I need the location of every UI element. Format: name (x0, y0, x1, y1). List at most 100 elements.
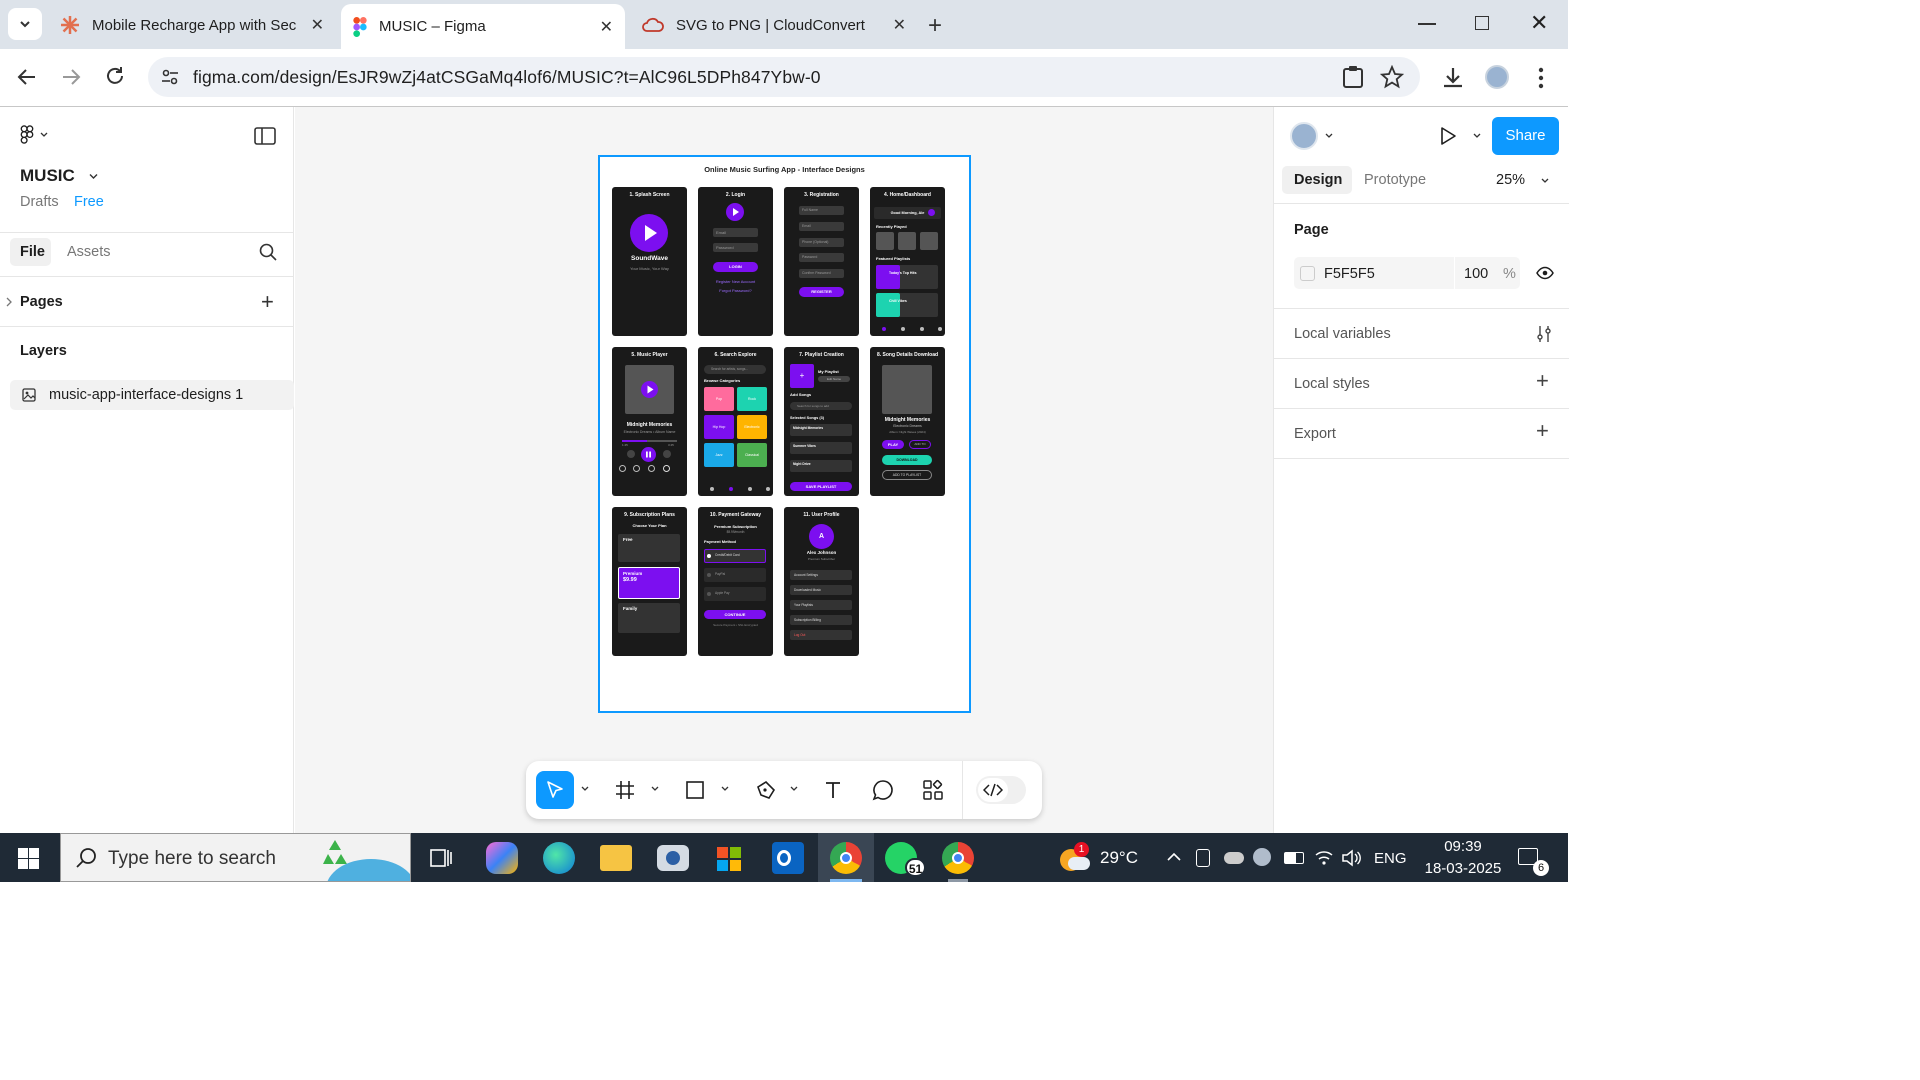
fullname-field[interactable]: Full Name (799, 206, 844, 215)
eye-icon[interactable] (1536, 266, 1554, 280)
screen-user-profile[interactable]: 11. User Profile A Alex Johnson Premium … (784, 507, 859, 656)
download-button[interactable]: DOWNLOAD (882, 455, 932, 465)
chevron-down-icon[interactable] (721, 786, 729, 792)
add-to-playlist-button[interactable]: ADD TO PLAYLIST (882, 470, 932, 480)
download-icon[interactable] (648, 465, 655, 472)
profile-menu-item[interactable]: Account Settings (790, 570, 852, 580)
prev-button[interactable] (627, 450, 635, 458)
recent-item[interactable] (876, 232, 894, 250)
local-variables-label[interactable]: Local variables (1294, 326, 1391, 342)
chrome-profile-icon[interactable] (942, 842, 974, 874)
selected-song[interactable]: Summer Vibes (790, 442, 852, 454)
chevron-down-icon[interactable] (1541, 178, 1549, 184)
back-arrow-icon[interactable] (16, 66, 38, 88)
logout-item[interactable]: Log Out (790, 630, 852, 640)
clock-time[interactable]: 09:39 (1418, 838, 1508, 855)
download-icon[interactable] (1441, 65, 1465, 89)
volume-icon[interactable] (1341, 849, 1361, 867)
move-tool-button[interactable] (536, 771, 574, 809)
restore-button[interactable] (1475, 16, 1489, 30)
password-field[interactable]: Password (713, 243, 758, 252)
category-tile[interactable]: Electronic (737, 415, 767, 439)
nav-dot[interactable] (938, 327, 942, 331)
settings-icon[interactable] (663, 465, 670, 472)
text-tool-button[interactable] (818, 775, 848, 805)
chevron-down-icon[interactable] (790, 786, 798, 792)
figma-menu-button[interactable] (20, 125, 48, 145)
profile-menu-item[interactable]: Subscription Billing (790, 615, 852, 625)
comment-tool-button[interactable] (868, 775, 898, 805)
tab-prototype[interactable]: Prototype (1364, 172, 1426, 188)
actions-tool-button[interactable] (918, 775, 948, 805)
screen-playlist-creation[interactable]: 7. Playlist Creation + My Playlist Edit … (784, 347, 859, 496)
drafts-link[interactable]: Drafts (20, 194, 59, 210)
category-tile[interactable]: Classical (737, 443, 767, 467)
profile-menu-item[interactable]: Downloaded Music (790, 585, 852, 595)
add-page-icon[interactable]: + (261, 291, 274, 313)
dev-mode-toggle[interactable] (976, 776, 1026, 804)
category-tile[interactable]: Pop (704, 387, 734, 411)
menu-dots-icon[interactable] (1538, 67, 1544, 89)
screen-dashboard[interactable]: 4. Home/Dashboard Good Morning, Ale Rece… (870, 187, 945, 336)
plan-badge[interactable]: Free (74, 194, 104, 210)
design-frame[interactable]: Online Music Surfing App - Interface Des… (598, 155, 971, 713)
tab-assets[interactable]: Assets (67, 244, 111, 260)
chevron-down-icon[interactable] (581, 786, 589, 792)
screen-music-player[interactable]: 5. Music Player Midnight Memories Electr… (612, 347, 687, 496)
category-tile[interactable]: Hip Hop (704, 415, 734, 439)
recent-item[interactable] (898, 232, 916, 250)
add-export-icon[interactable]: + (1536, 420, 1549, 442)
email-field[interactable]: Email (713, 228, 758, 237)
color-swatch[interactable] (1300, 266, 1315, 281)
rectangle-tool-button[interactable] (680, 775, 710, 805)
save-playlist-button[interactable]: SAVE PLAYLIST (790, 482, 852, 491)
register-button[interactable]: REGISTER (799, 287, 844, 297)
payment-option[interactable] (704, 568, 766, 582)
nav-dot[interactable] (766, 487, 770, 491)
pause-button[interactable] (641, 447, 656, 462)
pages-label[interactable]: Pages (20, 294, 63, 310)
chrome-icon[interactable] (830, 842, 862, 874)
file-name[interactable]: MUSIC (20, 166, 75, 186)
sidebar-toggle-icon[interactable] (254, 127, 276, 145)
category-tile[interactable]: Rock (737, 387, 767, 411)
minimize-button[interactable] (1418, 23, 1436, 25)
nav-dot[interactable] (729, 487, 733, 491)
nav-dot[interactable] (710, 487, 714, 491)
bookmark-star-icon[interactable] (1380, 65, 1404, 89)
login-button[interactable]: LOGIN (713, 262, 758, 272)
onedrive-icon[interactable] (1224, 852, 1244, 864)
play-button[interactable]: PLAY (882, 440, 904, 449)
payment-option[interactable] (704, 587, 766, 601)
clock-date[interactable]: 18-03-2025 (1418, 860, 1508, 877)
continue-button[interactable]: CONTINUE (704, 610, 766, 619)
screen-splash[interactable]: 1. Splash Screen SoundWave Your Music, Y… (612, 187, 687, 336)
avatar[interactable] (928, 209, 935, 216)
radio-selected[interactable] (707, 554, 711, 558)
password-field[interactable]: Password (799, 253, 844, 262)
browser-tab[interactable]: SVG to PNG | CloudConvert ✕ (630, 6, 918, 44)
email-field[interactable]: Email (799, 222, 844, 231)
chevron-down-icon[interactable] (89, 172, 98, 181)
avatar[interactable]: A (809, 524, 834, 549)
search-icon[interactable] (259, 243, 277, 261)
song-search-input[interactable]: Search for songs to add (790, 402, 852, 410)
nav-dot[interactable] (882, 327, 886, 331)
browser-tab-active[interactable]: MUSIC – Figma ✕ (341, 4, 625, 49)
chevron-down-icon[interactable] (1473, 133, 1481, 139)
nav-dot[interactable] (920, 327, 924, 331)
chevron-down-icon[interactable] (1325, 133, 1333, 139)
category-tile[interactable]: Jazz (704, 443, 734, 467)
battery-icon[interactable] (1284, 852, 1304, 864)
pen-tool-button[interactable] (751, 775, 781, 805)
screen-subscription[interactable]: 9. Subscription Plans Choose Your Plan F… (612, 507, 687, 656)
task-view-icon[interactable] (430, 848, 452, 868)
screen-song-details[interactable]: 8. Song Details Download Midnight Memori… (870, 347, 945, 496)
info-icon[interactable] (633, 465, 640, 472)
user-avatar[interactable] (1290, 122, 1318, 150)
register-link[interactable]: Register New Account (698, 279, 773, 284)
layer-item[interactable]: music-app-interface-designs 1 (10, 380, 294, 410)
variables-icon[interactable] (1536, 325, 1552, 343)
nav-dot[interactable] (901, 327, 905, 331)
search-input[interactable]: Search for artists, songs... (704, 365, 766, 374)
